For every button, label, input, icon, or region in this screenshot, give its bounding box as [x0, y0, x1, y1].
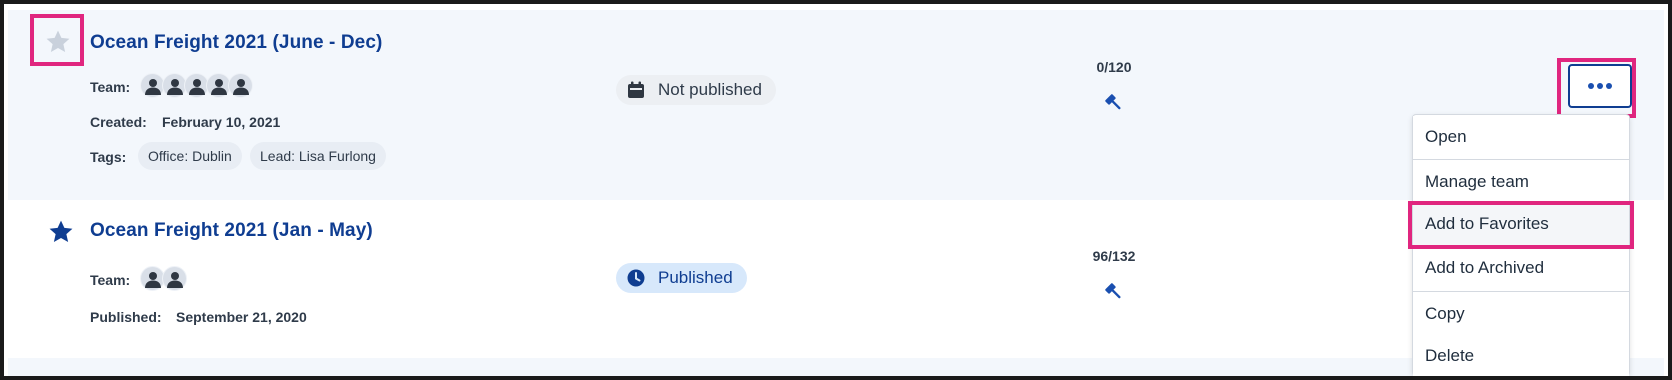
menu-item-copy[interactable]: Copy: [1413, 293, 1629, 335]
team-label: Team:: [90, 79, 131, 95]
clock-icon: [626, 268, 646, 288]
tag-office[interactable]: Office: Dublin: [138, 142, 242, 170]
avatar: [162, 266, 187, 291]
menu-item-open[interactable]: Open: [1413, 116, 1629, 158]
team-label: Team:: [90, 272, 131, 288]
status-text: Not published: [658, 80, 762, 99]
status-badge: Published: [616, 263, 747, 293]
status-badge: Not published: [616, 75, 776, 105]
menu-item-manage-team[interactable]: Manage team: [1413, 161, 1629, 203]
add-to-favorites-highlight: [1408, 201, 1634, 249]
star-filled-icon[interactable]: [47, 218, 75, 246]
avatar: [228, 73, 253, 98]
menu-divider: [1413, 159, 1629, 160]
more-button-highlight: [1557, 58, 1636, 118]
project-title[interactable]: Ocean Freight 2021 (Jan - May): [90, 220, 373, 242]
published-date: September 21, 2020: [176, 309, 307, 325]
status-text: Published: [658, 268, 733, 287]
tag-lead[interactable]: Lead: Lisa Furlong: [250, 142, 386, 170]
team-avatars[interactable]: [140, 266, 187, 291]
tags-label: Tags:: [90, 149, 127, 165]
menu-divider: [1413, 291, 1629, 292]
team-avatars[interactable]: [140, 73, 253, 98]
calendar-icon: [626, 80, 646, 100]
progress-count: 96/132: [1092, 248, 1136, 264]
project-list: Ocean Freight 2021 (June - Dec) Team: Cr…: [0, 0, 1672, 380]
menu-item-add-to-archived[interactable]: Add to Archived: [1413, 247, 1629, 289]
project-title[interactable]: Ocean Freight 2021 (June - Dec): [90, 32, 382, 54]
published-label: Published:: [90, 309, 162, 325]
created-label: Created:: [90, 114, 147, 130]
gavel-icon[interactable]: [1103, 92, 1125, 114]
gavel-icon[interactable]: [1103, 281, 1125, 303]
favorite-star-highlight: [30, 14, 84, 66]
progress-count: 0/120: [1096, 59, 1132, 75]
created-date: February 10, 2021: [162, 114, 281, 130]
menu-item-delete[interactable]: Delete: [1413, 335, 1629, 376]
